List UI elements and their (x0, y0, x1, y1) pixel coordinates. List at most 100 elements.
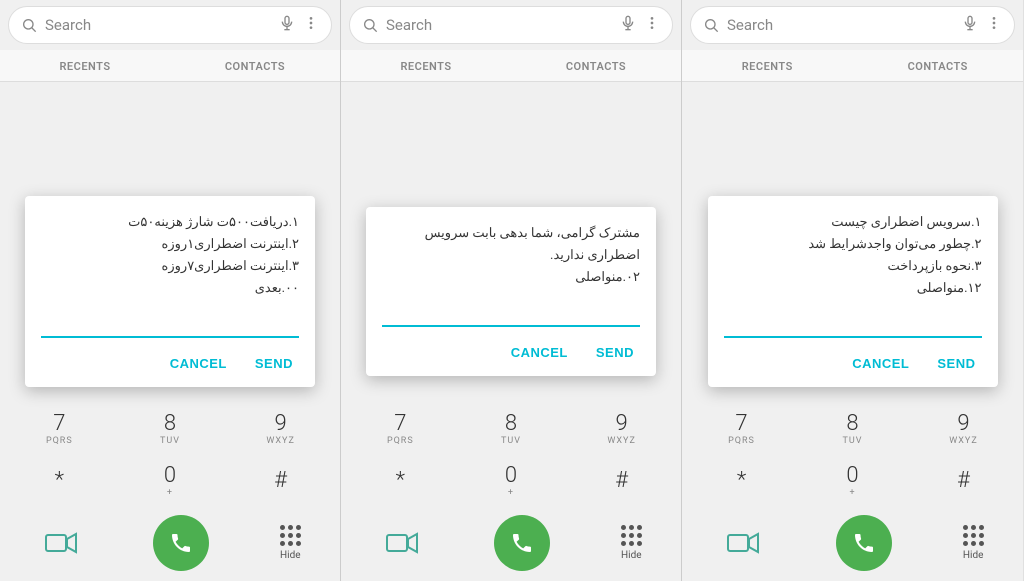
dot (979, 533, 984, 538)
dot (296, 525, 301, 530)
dialog-input[interactable] (382, 301, 640, 327)
dots-grid-icon (963, 525, 984, 546)
tab-recents[interactable]: RECENTS (341, 50, 511, 81)
dialog-box: مشترک گرامی، شما بدهی بابت سرویس اضطراری… (366, 207, 656, 376)
action-bar: Hide (686, 507, 1019, 581)
dot (629, 525, 634, 530)
dot (296, 533, 301, 538)
hide-button[interactable]: Hide (621, 525, 642, 561)
phone-icon (852, 531, 876, 555)
dot (280, 541, 285, 546)
dot (621, 541, 626, 546)
cancel-button[interactable]: CANCEL (164, 352, 233, 375)
search-bar[interactable]: Search (349, 6, 673, 44)
dots-grid-icon (621, 525, 642, 546)
dot (979, 541, 984, 546)
dialog-actions: CANCEL SEND (382, 341, 640, 364)
dots-grid-icon (280, 525, 301, 546)
dialog-box: ۱.سرویس اضطراری چیست ۲.چطور می‌توان واجد… (708, 196, 998, 387)
dot (280, 525, 285, 530)
more-options-icon[interactable] (986, 15, 1002, 35)
tab-recents[interactable]: RECENTS (682, 50, 853, 81)
tabs-container: RECENTSCONTACTS (0, 50, 340, 82)
search-placeholder: Search (727, 16, 956, 34)
dot (621, 525, 626, 530)
dialpad-area: ۱.دریافت۵۰۰ت شارژ هزینه۵۰ت ۲.اینترنت اضط… (0, 82, 340, 581)
dot (288, 525, 293, 530)
search-icon (703, 17, 719, 33)
dot (979, 525, 984, 530)
dot (280, 533, 285, 538)
tabs-container: RECENTSCONTACTS (341, 50, 681, 82)
mic-icon[interactable] (962, 15, 978, 35)
dot (971, 541, 976, 546)
cancel-button[interactable]: CANCEL (846, 352, 915, 375)
dialog-text: مشترک گرامی، شما بدهی بابت سرویس اضطراری… (382, 223, 640, 289)
more-options-icon[interactable] (303, 15, 319, 35)
video-icon (45, 532, 77, 554)
phone-icon (169, 531, 193, 555)
phone-icon (510, 531, 534, 555)
hide-label: Hide (621, 550, 642, 561)
dot (963, 525, 968, 530)
send-button[interactable]: SEND (931, 352, 981, 375)
tabs-container: RECENTSCONTACTS (682, 50, 1023, 82)
dot (963, 541, 968, 546)
mic-icon[interactable] (279, 15, 295, 35)
search-bar[interactable]: Search (690, 6, 1015, 44)
send-button[interactable]: SEND (249, 352, 299, 375)
dialog-box: ۱.دریافت۵۰۰ت شارژ هزینه۵۰ت ۲.اینترنت اضط… (25, 196, 315, 387)
search-icon (362, 17, 378, 33)
dot (629, 533, 634, 538)
search-placeholder: Search (386, 16, 614, 34)
hide-button[interactable]: Hide (280, 525, 301, 561)
dot (637, 533, 642, 538)
dot (288, 533, 293, 538)
tab-contacts[interactable]: CONTACTS (511, 50, 681, 81)
phone-panel-2: Search RECENTSCONTACTS مشترک گرامی، شما ب… (341, 0, 682, 581)
video-call-button[interactable] (380, 521, 424, 565)
dot (971, 533, 976, 538)
dialog-text: ۱.دریافت۵۰۰ت شارژ هزینه۵۰ت ۲.اینترنت اضط… (41, 212, 299, 300)
hide-label: Hide (963, 550, 984, 561)
phone-panel-3: Search RECENTSCONTACTS ۱.سرویس اضطراری چی… (682, 0, 1023, 581)
dot (288, 541, 293, 546)
send-button[interactable]: SEND (590, 341, 640, 364)
dialog-text: ۱.سرویس اضطراری چیست ۲.چطور می‌توان واجد… (724, 212, 982, 300)
dialog-actions: CANCEL SEND (724, 352, 982, 375)
dot (637, 525, 642, 530)
search-placeholder: Search (45, 16, 273, 34)
video-call-button[interactable] (39, 521, 83, 565)
call-button[interactable] (153, 515, 209, 571)
search-bar[interactable]: Search (8, 6, 332, 44)
phone-panel-1: Search RECENTSCONTACTS ۱.دریافت۵۰۰ت شارژ … (0, 0, 341, 581)
dialpad-area: مشترک گرامی، شما بدهی بابت سرویس اضطراری… (341, 82, 681, 581)
more-options-icon[interactable] (644, 15, 660, 35)
dot (629, 541, 634, 546)
call-button[interactable] (836, 515, 892, 571)
action-bar: Hide (345, 507, 677, 581)
dialog-actions: CANCEL SEND (41, 352, 299, 375)
dialog-overlay: مشترک گرامی، شما بدهی بابت سرویس اضطراری… (341, 82, 681, 501)
tab-contacts[interactable]: CONTACTS (853, 50, 1024, 81)
video-icon (386, 532, 418, 554)
dialpad-area: ۱.سرویس اضطراری چیست ۲.چطور می‌توان واجد… (682, 82, 1023, 581)
dialog-overlay: ۱.دریافت۵۰۰ت شارژ هزینه۵۰ت ۲.اینترنت اضط… (0, 82, 340, 501)
dialog-input[interactable] (724, 312, 982, 338)
hide-button[interactable]: Hide (963, 525, 984, 561)
dialog-input[interactable] (41, 312, 299, 338)
dot (963, 533, 968, 538)
action-bar: Hide (4, 507, 336, 581)
tab-recents[interactable]: RECENTS (0, 50, 170, 81)
cancel-button[interactable]: CANCEL (505, 341, 574, 364)
tab-contacts[interactable]: CONTACTS (170, 50, 340, 81)
call-button[interactable] (494, 515, 550, 571)
mic-icon[interactable] (620, 15, 636, 35)
dialog-overlay: ۱.سرویس اضطراری چیست ۲.چطور می‌توان واجد… (682, 82, 1023, 501)
video-icon (727, 532, 759, 554)
video-call-button[interactable] (721, 521, 765, 565)
search-icon (21, 17, 37, 33)
dot (637, 541, 642, 546)
dot (621, 533, 626, 538)
hide-label: Hide (280, 550, 301, 561)
